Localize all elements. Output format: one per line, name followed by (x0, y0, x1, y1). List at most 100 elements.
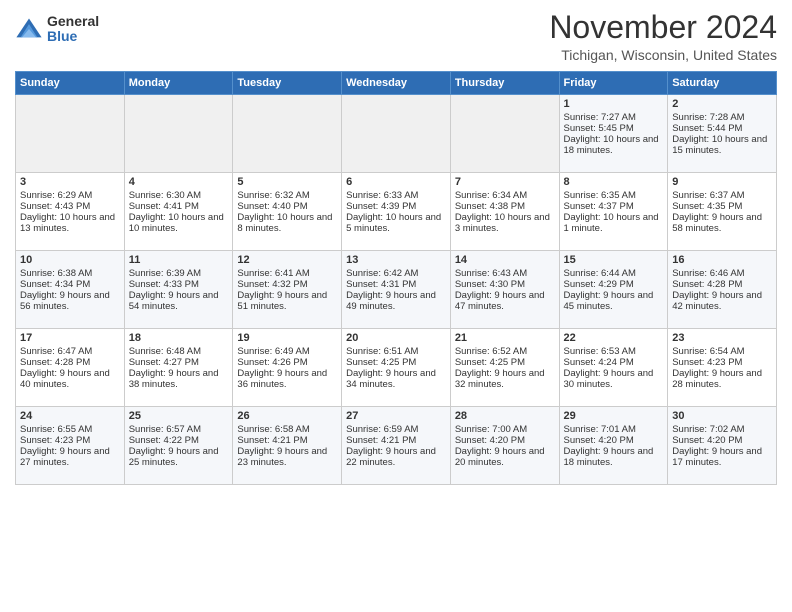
calendar-table: SundayMondayTuesdayWednesdayThursdayFrid… (15, 71, 777, 485)
day-number: 30 (672, 410, 772, 422)
day-info: Daylight: 9 hours and 54 minutes. (129, 290, 229, 312)
day-info: Sunset: 4:20 PM (564, 435, 664, 446)
day-info: Sunset: 4:20 PM (455, 435, 555, 446)
header-day-tuesday: Tuesday (233, 72, 342, 95)
day-info: Daylight: 9 hours and 58 minutes. (672, 212, 772, 234)
day-info: Sunrise: 6:58 AM (237, 424, 337, 435)
day-number: 22 (564, 332, 664, 344)
day-info: Sunset: 4:41 PM (129, 201, 229, 212)
calendar-cell: 4Sunrise: 6:30 AMSunset: 4:41 PMDaylight… (124, 173, 233, 251)
day-info: Sunrise: 6:48 AM (129, 346, 229, 357)
day-info: Daylight: 10 hours and 3 minutes. (455, 212, 555, 234)
day-info: Daylight: 9 hours and 17 minutes. (672, 446, 772, 468)
day-info: Sunset: 4:24 PM (564, 357, 664, 368)
calendar-cell: 9Sunrise: 6:37 AMSunset: 4:35 PMDaylight… (668, 173, 777, 251)
day-info: Daylight: 10 hours and 8 minutes. (237, 212, 337, 234)
day-info: Sunset: 4:34 PM (20, 279, 120, 290)
day-info: Sunrise: 6:54 AM (672, 346, 772, 357)
day-info: Sunset: 4:33 PM (129, 279, 229, 290)
day-info: Sunset: 4:31 PM (346, 279, 446, 290)
title-block: November 2024 Tichigan, Wisconsin, Unite… (549, 10, 777, 63)
day-number: 14 (455, 254, 555, 266)
calendar-cell: 30Sunrise: 7:02 AMSunset: 4:20 PMDayligh… (668, 407, 777, 485)
day-info: Daylight: 10 hours and 15 minutes. (672, 134, 772, 156)
calendar-cell: 26Sunrise: 6:58 AMSunset: 4:21 PMDayligh… (233, 407, 342, 485)
location: Tichigan, Wisconsin, United States (549, 47, 777, 63)
week-row-3: 10Sunrise: 6:38 AMSunset: 4:34 PMDayligh… (16, 251, 777, 329)
day-info: Sunset: 4:30 PM (455, 279, 555, 290)
month-title: November 2024 (549, 10, 777, 45)
day-info: Daylight: 10 hours and 10 minutes. (129, 212, 229, 234)
day-info: Sunset: 4:32 PM (237, 279, 337, 290)
day-info: Sunset: 4:39 PM (346, 201, 446, 212)
day-number: 15 (564, 254, 664, 266)
day-number: 8 (564, 176, 664, 188)
day-number: 25 (129, 410, 229, 422)
day-info: Sunrise: 6:33 AM (346, 190, 446, 201)
day-number: 11 (129, 254, 229, 266)
day-info: Sunset: 4:43 PM (20, 201, 120, 212)
calendar-cell: 28Sunrise: 7:00 AMSunset: 4:20 PMDayligh… (450, 407, 559, 485)
calendar-cell: 3Sunrise: 6:29 AMSunset: 4:43 PMDaylight… (16, 173, 125, 251)
day-info: Sunrise: 6:32 AM (237, 190, 337, 201)
day-info: Daylight: 10 hours and 5 minutes. (346, 212, 446, 234)
day-number: 27 (346, 410, 446, 422)
day-info: Sunrise: 6:59 AM (346, 424, 446, 435)
day-info: Sunrise: 6:39 AM (129, 268, 229, 279)
header-day-thursday: Thursday (450, 72, 559, 95)
calendar-cell: 5Sunrise: 6:32 AMSunset: 4:40 PMDaylight… (233, 173, 342, 251)
day-info: Daylight: 9 hours and 28 minutes. (672, 368, 772, 390)
calendar-cell: 23 Sunrise: 6:54 AMSunset: 4:23 PMDayligh… (668, 329, 777, 407)
day-info: Sunrise: 6:42 AM (346, 268, 446, 279)
calendar-cell: 20Sunrise: 6:51 AMSunset: 4:25 PMDayligh… (342, 329, 451, 407)
day-number: 21 (455, 332, 555, 344)
day-number: 19 (237, 332, 337, 344)
day-info: Daylight: 9 hours and 40 minutes. (20, 368, 120, 390)
day-number: 20 (346, 332, 446, 344)
header-day-wednesday: Wednesday (342, 72, 451, 95)
week-row-4: 17Sunrise: 6:47 AMSunset: 4:28 PMDayligh… (16, 329, 777, 407)
day-info: Daylight: 9 hours and 49 minutes. (346, 290, 446, 312)
day-info: Daylight: 9 hours and 47 minutes. (455, 290, 555, 312)
day-number: 10 (20, 254, 120, 266)
day-info: Daylight: 9 hours and 18 minutes. (564, 446, 664, 468)
day-number: 6 (346, 176, 446, 188)
day-info: Sunset: 4:21 PM (237, 435, 337, 446)
day-info: Sunset: 4:20 PM (672, 435, 772, 446)
day-info: Daylight: 9 hours and 23 minutes. (237, 446, 337, 468)
day-info: Daylight: 9 hours and 56 minutes. (20, 290, 120, 312)
day-info: Sunrise: 7:27 AM (564, 112, 664, 123)
day-info: Sunrise: 6:51 AM (346, 346, 446, 357)
day-number: 7 (455, 176, 555, 188)
day-info: Sunrise: 6:35 AM (564, 190, 664, 201)
day-number: 5 (237, 176, 337, 188)
calendar-cell: 27Sunrise: 6:59 AMSunset: 4:21 PMDayligh… (342, 407, 451, 485)
header: General Blue November 2024 Tichigan, Wis… (15, 10, 777, 63)
day-number: 24 (20, 410, 120, 422)
day-number: 23 (672, 332, 772, 344)
calendar-cell (124, 95, 233, 173)
day-info: Sunset: 4:21 PM (346, 435, 446, 446)
day-info: Sunset: 4:22 PM (129, 435, 229, 446)
logo-general: General (47, 14, 99, 29)
day-info: Sunrise: 7:01 AM (564, 424, 664, 435)
day-number: 13 (346, 254, 446, 266)
day-info: Sunrise: 6:34 AM (455, 190, 555, 201)
day-info: Sunrise: 6:47 AM (20, 346, 120, 357)
day-info: Sunset: 4:23 PM (672, 357, 772, 368)
day-info: Daylight: 9 hours and 42 minutes. (672, 290, 772, 312)
calendar-cell: 2Sunrise: 7:28 AMSunset: 5:44 PMDaylight… (668, 95, 777, 173)
day-number: 3 (20, 176, 120, 188)
day-number: 16 (672, 254, 772, 266)
day-info: Sunrise: 6:52 AM (455, 346, 555, 357)
day-info: Daylight: 9 hours and 36 minutes. (237, 368, 337, 390)
calendar-cell (16, 95, 125, 173)
calendar-body: 1Sunrise: 7:27 AMSunset: 5:45 PMDaylight… (16, 95, 777, 485)
day-info: Sunrise: 6:43 AM (455, 268, 555, 279)
day-info: Sunset: 4:26 PM (237, 357, 337, 368)
day-info: Daylight: 10 hours and 1 minute. (564, 212, 664, 234)
day-info: Sunset: 4:23 PM (20, 435, 120, 446)
day-info: Daylight: 9 hours and 32 minutes. (455, 368, 555, 390)
day-info: Sunrise: 6:55 AM (20, 424, 120, 435)
calendar-cell: 10Sunrise: 6:38 AMSunset: 4:34 PMDayligh… (16, 251, 125, 329)
